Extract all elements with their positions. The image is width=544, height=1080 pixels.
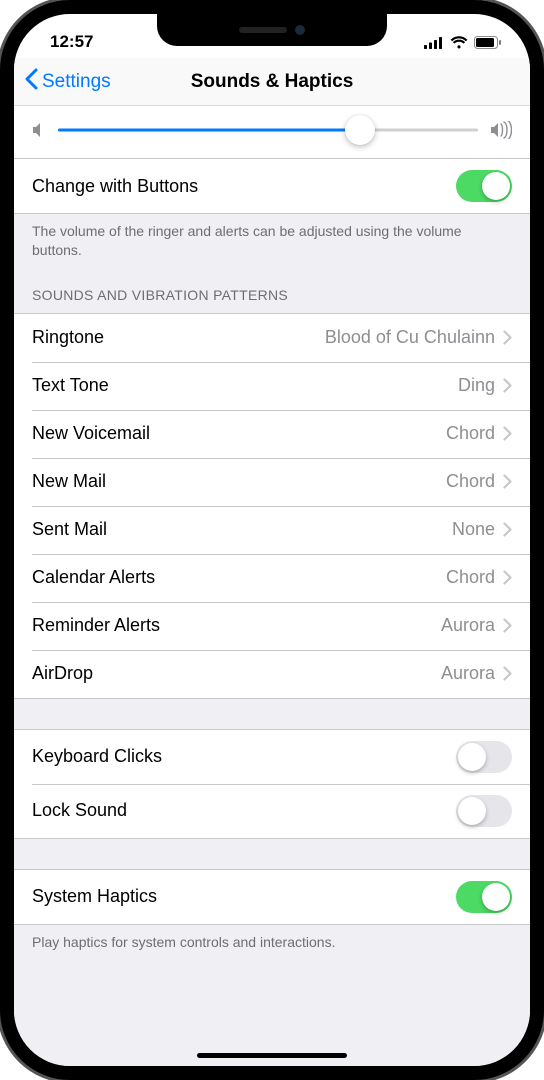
pattern-row[interactable]: Sent Mail None [14,506,530,554]
pattern-label: Ringtone [32,327,104,348]
pattern-label: Reminder Alerts [32,615,160,636]
chevron-left-icon [24,68,38,96]
pattern-value: Ding [458,375,495,396]
chevron-right-icon [503,570,512,585]
pattern-label: Calendar Alerts [32,567,155,588]
volume-high-icon [490,121,512,139]
pattern-label: Text Tone [32,375,109,396]
pattern-row[interactable]: Calendar Alerts Chord [14,554,530,602]
status-icons [424,36,502,49]
status-time: 12:57 [50,32,93,52]
pattern-label: AirDrop [32,663,93,684]
patterns-group: Ringtone Blood of Cu Chulainn Text Tone Din… [14,313,530,699]
change-with-buttons-row[interactable]: Change with Buttons [14,159,530,213]
system-sounds-group: Keyboard Clicks Lock Sound [14,729,530,839]
content: Change with Buttons The volume of the ri… [14,106,530,1066]
cellular-icon [424,36,444,49]
system-haptics-row[interactable]: System Haptics [14,870,530,924]
notch [157,14,387,46]
pattern-label: New Voicemail [32,423,150,444]
lock-sound-label: Lock Sound [32,800,127,821]
nav-bar: Settings Sounds & Haptics [14,58,530,106]
back-button[interactable]: Settings [14,68,111,96]
system-haptics-label: System Haptics [32,886,157,907]
battery-icon [474,36,502,49]
wifi-icon [450,36,468,49]
pattern-value: None [452,519,495,540]
haptics-footer-text: Play haptics for system controls and int… [14,925,530,960]
pattern-value: Aurora [441,663,495,684]
keyboard-clicks-label: Keyboard Clicks [32,746,162,767]
pattern-value: Aurora [441,615,495,636]
pattern-row[interactable]: New Voicemail Chord [14,410,530,458]
chevron-right-icon [503,474,512,489]
lock-sound-toggle[interactable] [456,795,512,827]
pattern-value: Chord [446,471,495,492]
back-label: Settings [42,71,111,93]
haptics-group: System Haptics [14,869,530,925]
volume-slider[interactable] [58,116,478,144]
pattern-label: Sent Mail [32,519,107,540]
change-with-buttons-label: Change with Buttons [32,176,198,197]
pattern-value: Chord [446,567,495,588]
volume-slider-row [14,106,530,159]
volume-footer-text: The volume of the ringer and alerts can … [14,214,530,268]
system-haptics-toggle[interactable] [456,881,512,913]
chevron-right-icon [503,618,512,633]
pattern-row[interactable]: Text Tone Ding [14,362,530,410]
change-with-buttons-toggle[interactable] [456,170,512,202]
pattern-value: Chord [446,423,495,444]
pattern-row[interactable]: New Mail Chord [14,458,530,506]
screen: 12:57 Settings Sounds & Ha [14,14,530,1066]
lock-sound-row[interactable]: Lock Sound [14,784,530,838]
pattern-value: Blood of Cu Chulainn [325,327,495,348]
keyboard-clicks-toggle[interactable] [456,741,512,773]
chevron-right-icon [503,330,512,345]
pattern-row[interactable]: Reminder Alerts Aurora [14,602,530,650]
chevron-right-icon [503,426,512,441]
chevron-right-icon [503,522,512,537]
pattern-row[interactable]: Ringtone Blood of Cu Chulainn [14,314,530,362]
home-indicator[interactable] [197,1053,347,1058]
chevron-right-icon [503,378,512,393]
chevron-right-icon [503,666,512,681]
pattern-row[interactable]: AirDrop Aurora [14,650,530,698]
pattern-label: New Mail [32,471,106,492]
patterns-section-header: Sounds and Vibration Patterns [14,268,530,313]
volume-low-icon [32,122,46,138]
keyboard-clicks-row[interactable]: Keyboard Clicks [14,730,530,784]
phone-frame: 12:57 Settings Sounds & Ha [0,0,544,1080]
